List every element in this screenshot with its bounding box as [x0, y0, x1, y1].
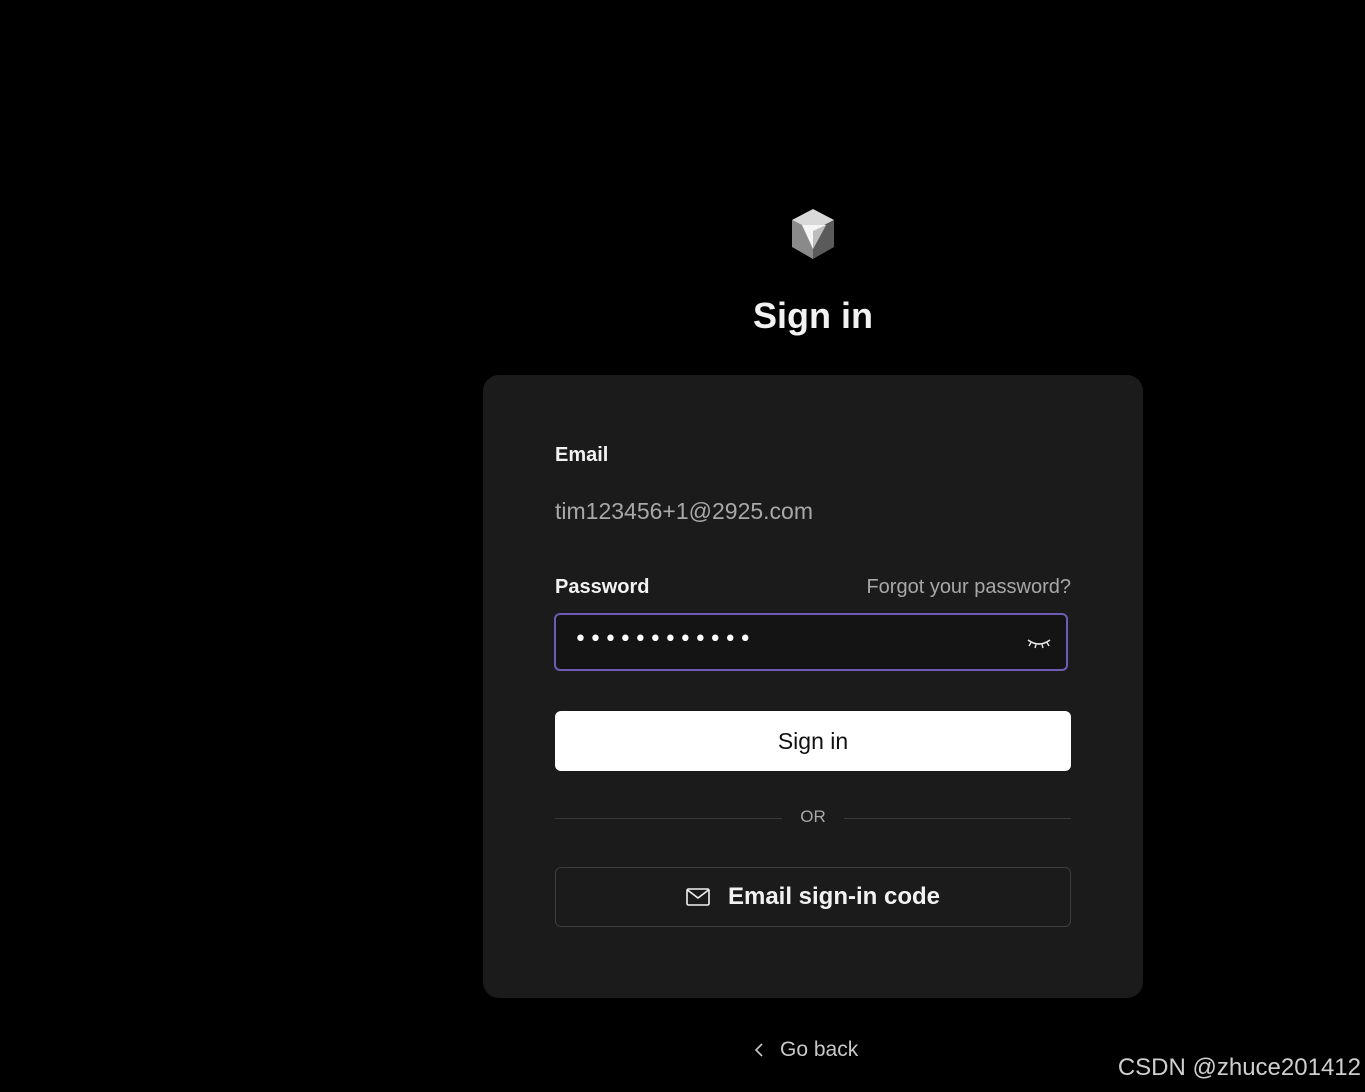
divider-line-right [844, 818, 1071, 819]
eye-closed-icon[interactable] [1026, 633, 1052, 653]
forgot-password-link[interactable]: Forgot your password? [866, 576, 1071, 599]
cube-logo-icon [792, 209, 834, 259]
password-label: Password [555, 576, 650, 598]
go-back-link[interactable]: Go back [752, 1036, 858, 1064]
chevron-left-icon [754, 1043, 763, 1057]
divider-text: OR [800, 807, 826, 826]
or-divider: OR [555, 807, 1071, 829]
email-label: Email [555, 444, 609, 466]
password-input[interactable]: •••••••••••• [554, 613, 1068, 671]
signin-button[interactable]: Sign in [555, 711, 1071, 771]
email-code-label: Email sign-in code [727, 883, 941, 910]
email-value: tim123456+1@2925.com [555, 498, 813, 524]
password-masked-value: •••••••••••• [574, 627, 754, 652]
email-code-button[interactable]: Email sign-in code [555, 867, 1071, 927]
mail-icon [686, 888, 710, 906]
email-code-button-content: Email sign-in code [556, 868, 1070, 926]
page-title: Sign in [753, 295, 873, 336]
go-back-label: Go back [780, 1038, 859, 1061]
signin-card: Email tim123456+1@2925.com Password Forg… [483, 375, 1143, 998]
watermark-text: CSDN @zhuce201412 [1117, 1054, 1361, 1081]
signin-page: Sign in Email tim123456+1@2925.com Passw… [0, 0, 1365, 1092]
